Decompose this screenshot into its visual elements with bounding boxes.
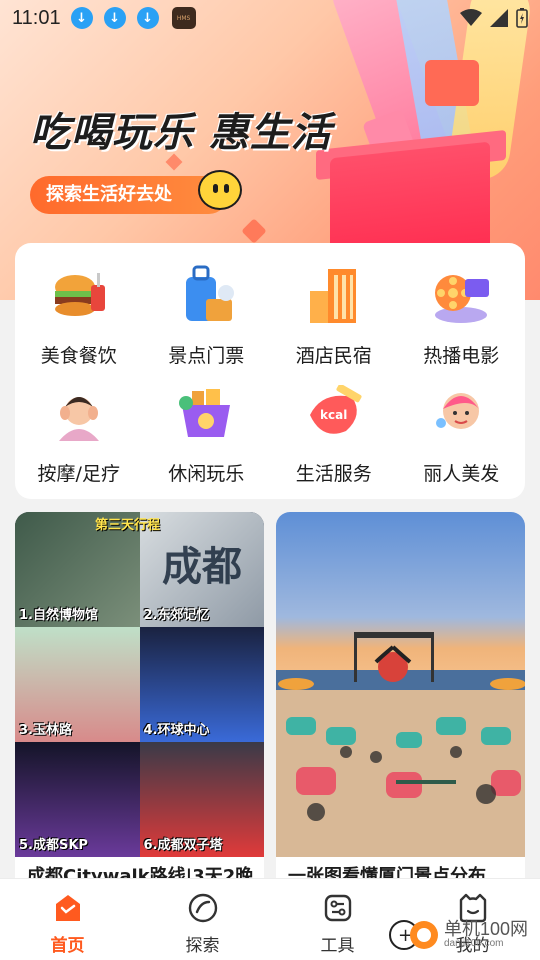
svg-text:kcal: kcal: [320, 408, 347, 422]
route-stop: 4.环球中心: [143, 723, 210, 738]
compass-icon: [186, 891, 220, 925]
category-food[interactable]: 美食餐饮: [15, 255, 143, 373]
sparkle-icon: [241, 218, 267, 244]
watermark: + 单机100网 danji100.com: [388, 912, 536, 956]
tab-label: 探索: [185, 936, 220, 956]
download-icon: ↓: [103, 7, 126, 29]
chengdu-route-image: 1.自然博物馆 2.东郊记忆 3.玉林路 4.环球中心 5.成都SKP 6.成都…: [15, 512, 264, 857]
home-icon: [51, 891, 85, 925]
category-beauty[interactable]: 丽人美发: [398, 373, 526, 491]
category-label: 酒店民宿: [295, 345, 372, 367]
feed-card-xiamen[interactable]: 一张图看懂厦门景点分布: [276, 512, 525, 892]
explore-button[interactable]: 探索生活好去处: [30, 170, 242, 214]
hero-title: 吃喝玩乐 惠生活: [30, 110, 332, 156]
route-stop: 5.成都SKP: [19, 838, 88, 853]
category-label: 丽人美发: [423, 463, 500, 485]
hms-badge: HMS: [171, 7, 196, 29]
massage-icon: [47, 381, 111, 445]
tab-label: 工具: [320, 936, 355, 956]
watermark-url: danji100.com: [444, 937, 504, 949]
download-icon: ↓: [136, 7, 159, 29]
burger-drink-icon: [47, 263, 111, 327]
film-reel-icon: [429, 263, 493, 327]
xiamen-beach-image: [276, 512, 525, 857]
signal-icon: [490, 9, 508, 27]
shopping-basket-icon: [174, 381, 238, 445]
watermark-logo-icon: +: [388, 915, 438, 953]
route-stop: 6.成都双子塔: [143, 838, 223, 853]
route-stop: 2.东郊记忆: [143, 608, 210, 623]
category-label: 按摩/足疗: [37, 463, 120, 485]
tab-tools[interactable]: 工具: [270, 879, 405, 960]
watermark-text: 单机100网: [444, 918, 529, 939]
tab-explore[interactable]: 探索: [135, 879, 270, 960]
status-time: 11:01: [12, 6, 61, 29]
tab-label: 首页: [50, 936, 85, 956]
category-label: 休闲玩乐: [168, 463, 245, 485]
gift-icon: [425, 60, 479, 106]
category-movies[interactable]: 热播电影: [398, 255, 526, 373]
category-label: 美食餐饮: [40, 345, 117, 367]
category-tickets[interactable]: 景点门票: [143, 255, 271, 373]
category-massage[interactable]: 按摩/足疗: [15, 373, 143, 491]
route-day-banner: 第三天行程: [95, 518, 161, 533]
status-bar: 11:01 ↓ ↓ ↓ HMS: [0, 0, 540, 36]
download-icon: ↓: [70, 7, 93, 29]
explore-button-label: 探索生活好去处: [46, 184, 172, 205]
hotel-building-icon: [302, 263, 366, 327]
category-grid: 美食餐饮 景点门票 酒店民宿 热播电影 按摩/足疗 休闲玩乐 kcal 生活服务…: [15, 243, 525, 499]
route-stop: 1.自然博物馆: [19, 608, 98, 623]
feed-card-chengdu[interactable]: 1.自然博物馆 2.东郊记忆 3.玉林路 4.环球中心 5.成都SKP 6.成都…: [15, 512, 264, 892]
route-stop: 3.玉林路: [19, 723, 72, 738]
category-hotel[interactable]: 酒店民宿: [270, 255, 398, 373]
beauty-face-icon: [429, 381, 493, 445]
category-label: 景点门票: [168, 345, 245, 367]
tools-icon: [321, 891, 355, 925]
category-label: 生活服务: [295, 463, 372, 485]
tab-home[interactable]: 首页: [0, 879, 135, 960]
category-label: 热播电影: [423, 345, 500, 367]
kcal-tape-icon: kcal: [302, 381, 366, 445]
wifi-icon: [460, 9, 482, 26]
category-services[interactable]: kcal 生活服务: [270, 373, 398, 491]
smiley-icon: [198, 170, 242, 210]
category-leisure[interactable]: 休闲玩乐: [143, 373, 271, 491]
battery-icon: [516, 8, 528, 28]
luggage-icon: [174, 263, 238, 327]
route-city-title: 成都: [162, 544, 242, 590]
